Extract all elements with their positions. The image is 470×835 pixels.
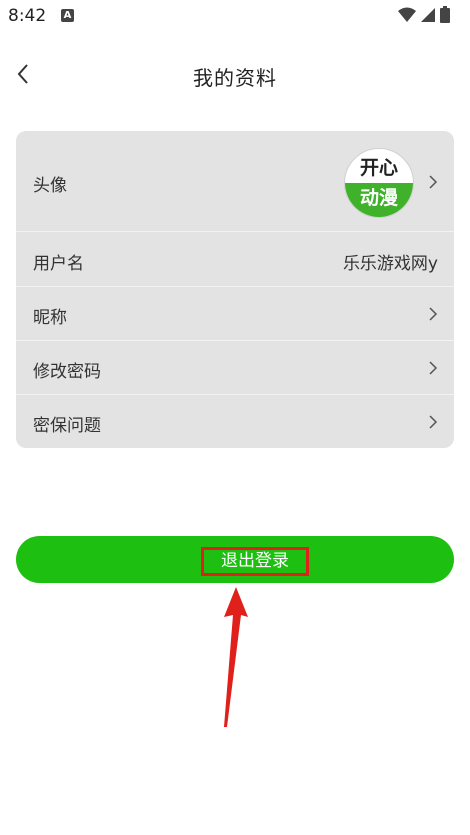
nickname-label: 昵称: [33, 308, 67, 328]
username-label: 用户名: [33, 254, 84, 274]
row-change-password[interactable]: 修改密码: [16, 341, 454, 395]
avatar: 开心 动漫: [344, 148, 414, 218]
notification-a-icon: A: [61, 9, 74, 22]
row-username: 用户名 乐乐游戏网y: [16, 232, 454, 287]
row-nickname[interactable]: 昵称: [16, 287, 454, 341]
wifi-icon: [398, 7, 416, 22]
logout-button[interactable]: 退出登录: [16, 536, 454, 583]
header: 我的资料: [0, 52, 470, 96]
row-avatar[interactable]: 头像 开心 动漫: [16, 131, 454, 232]
chevron-right-icon: [429, 175, 438, 189]
avatar-label: 头像: [33, 176, 67, 196]
annotation-arrow-icon: [224, 587, 248, 727]
status-icons: [398, 6, 450, 23]
avatar-text-top: 开心: [359, 157, 398, 179]
signal-icon: [421, 7, 435, 22]
status-time: 8:42: [8, 6, 47, 26]
status-bar: 8:42 A: [0, 0, 470, 32]
username-value: 乐乐游戏网y: [342, 254, 438, 274]
avatar-text-bottom: 动漫: [345, 183, 413, 217]
logout-label: 退出登录: [201, 547, 309, 576]
chevron-right-icon: [429, 307, 438, 321]
page-title: 我的资料: [193, 66, 277, 90]
chevron-right-icon: [429, 361, 438, 375]
row-security-question[interactable]: 密保问题: [16, 395, 454, 448]
battery-icon: [440, 6, 450, 23]
change-password-label: 修改密码: [33, 362, 101, 382]
profile-card: 头像 开心 动漫 用户名 乐乐游戏网y 昵称 修改密码 密保问题: [16, 131, 454, 448]
security-question-label: 密保问题: [33, 416, 101, 436]
chevron-right-icon: [429, 415, 438, 429]
